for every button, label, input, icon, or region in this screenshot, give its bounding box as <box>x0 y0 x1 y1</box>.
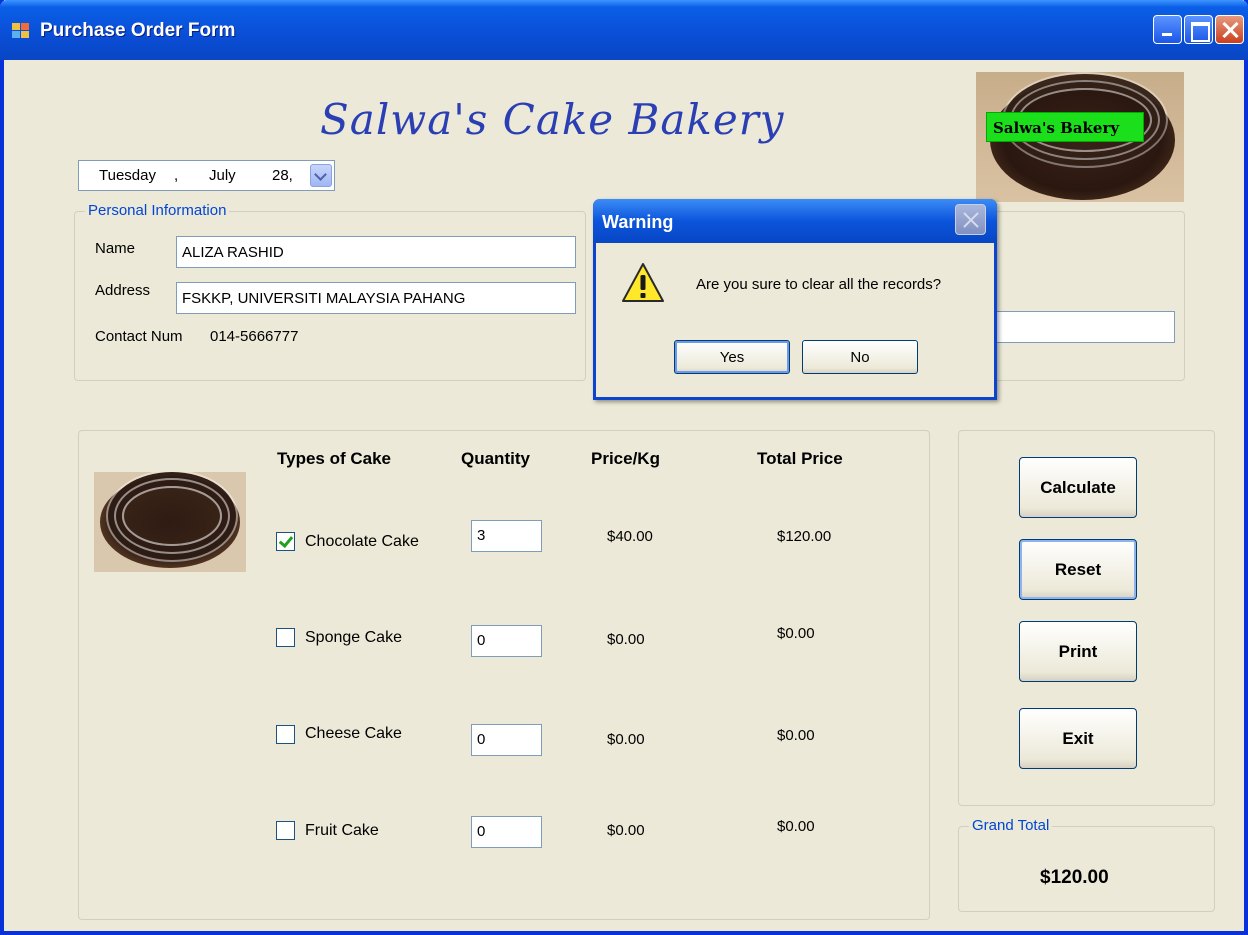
maximize-button[interactable] <box>1184 15 1213 44</box>
secondary-field[interactable] <box>990 311 1175 343</box>
name-label: Name <box>95 240 136 257</box>
cheese-cake-price: $0.00 <box>607 731 645 748</box>
yes-button[interactable]: Yes <box>674 340 790 374</box>
no-button[interactable]: No <box>802 340 918 374</box>
fruit-cake-label[interactable]: Fruit Cake <box>305 822 379 840</box>
chocolate-cake-checkbox[interactable] <box>276 532 295 551</box>
fruit-cake-quantity[interactable]: 0 <box>471 816 542 848</box>
fruit-cake-checkbox[interactable] <box>276 821 295 840</box>
personal-info-legend: Personal Information <box>85 202 230 219</box>
contact-value: 014-5666777 <box>210 328 299 345</box>
app-icon <box>12 23 30 39</box>
warning-icon <box>622 263 664 302</box>
close-button[interactable] <box>1215 15 1244 44</box>
cheese-cake-quantity[interactable]: 0 <box>471 724 542 756</box>
exit-button[interactable]: Exit <box>1019 708 1137 769</box>
date-day: Tuesday <box>99 167 156 184</box>
print-button[interactable]: Print <box>1019 621 1137 682</box>
dialog-close-icon[interactable] <box>955 204 986 235</box>
bakery-logo: Salwa's Bakery <box>976 72 1184 202</box>
date-separator: , <box>174 167 179 184</box>
warning-dialog: Warning Are you sure to clear all the re… <box>593 199 997 400</box>
reset-button[interactable]: Reset <box>1019 539 1137 600</box>
title-bar[interactable]: Purchase Order Form <box>0 0 1248 60</box>
grand-total-value: $120.00 <box>1040 867 1109 888</box>
cheese-cake-label[interactable]: Cheese Cake <box>305 725 402 743</box>
chocolate-cake-price: $40.00 <box>607 528 653 545</box>
fruit-cake-price: $0.00 <box>607 822 645 839</box>
address-label: Address <box>95 282 151 299</box>
bakery-title: Salwa's Cake Bakery <box>320 95 785 144</box>
window-title: Purchase Order Form <box>40 20 236 41</box>
dialog-title-bar[interactable]: Warning <box>593 199 997 243</box>
header-quantity: Quantity <box>461 449 530 468</box>
contact-label: Contact Num <box>95 328 183 345</box>
chocolate-cake-quantity[interactable]: 3 <box>471 520 542 552</box>
minimize-button[interactable] <box>1153 15 1182 44</box>
fruit-cake-total: $0.00 <box>777 818 815 835</box>
address-field[interactable]: FSKKP, UNIVERSITI MALAYSIA PAHANG <box>176 282 576 314</box>
chocolate-cake-total: $120.00 <box>777 528 832 545</box>
dialog-message: Are you sure to clear all the records? <box>696 276 942 293</box>
sponge-cake-checkbox[interactable] <box>276 628 295 647</box>
header-price: Price/Kg <box>591 449 660 468</box>
header-total-price: Total Price <box>757 449 843 468</box>
sponge-cake-total: $0.00 <box>777 625 815 642</box>
sponge-cake-label[interactable]: Sponge Cake <box>305 629 402 647</box>
calculate-button[interactable]: Calculate <box>1019 457 1137 518</box>
logo-label: Salwa's Bakery <box>986 112 1144 142</box>
sponge-cake-price: $0.00 <box>607 631 645 648</box>
cheese-cake-total: $0.00 <box>777 727 815 744</box>
cake-photo <box>94 472 246 572</box>
date-month: July <box>209 167 236 184</box>
grand-total-legend: Grand Total <box>969 817 1053 834</box>
date-number: 28, <box>272 167 293 184</box>
sponge-cake-quantity[interactable]: 0 <box>471 625 542 657</box>
cheese-cake-checkbox[interactable] <box>276 725 295 744</box>
name-field[interactable]: ALIZA RASHID <box>176 236 576 268</box>
chocolate-cake-label[interactable]: Chocolate Cake <box>305 533 419 551</box>
date-picker[interactable]: Tuesday , July 28, <box>78 160 335 191</box>
chevron-down-icon[interactable] <box>310 164 332 187</box>
header-types-of-cake: Types of Cake <box>277 449 392 468</box>
dialog-title: Warning <box>602 212 674 232</box>
